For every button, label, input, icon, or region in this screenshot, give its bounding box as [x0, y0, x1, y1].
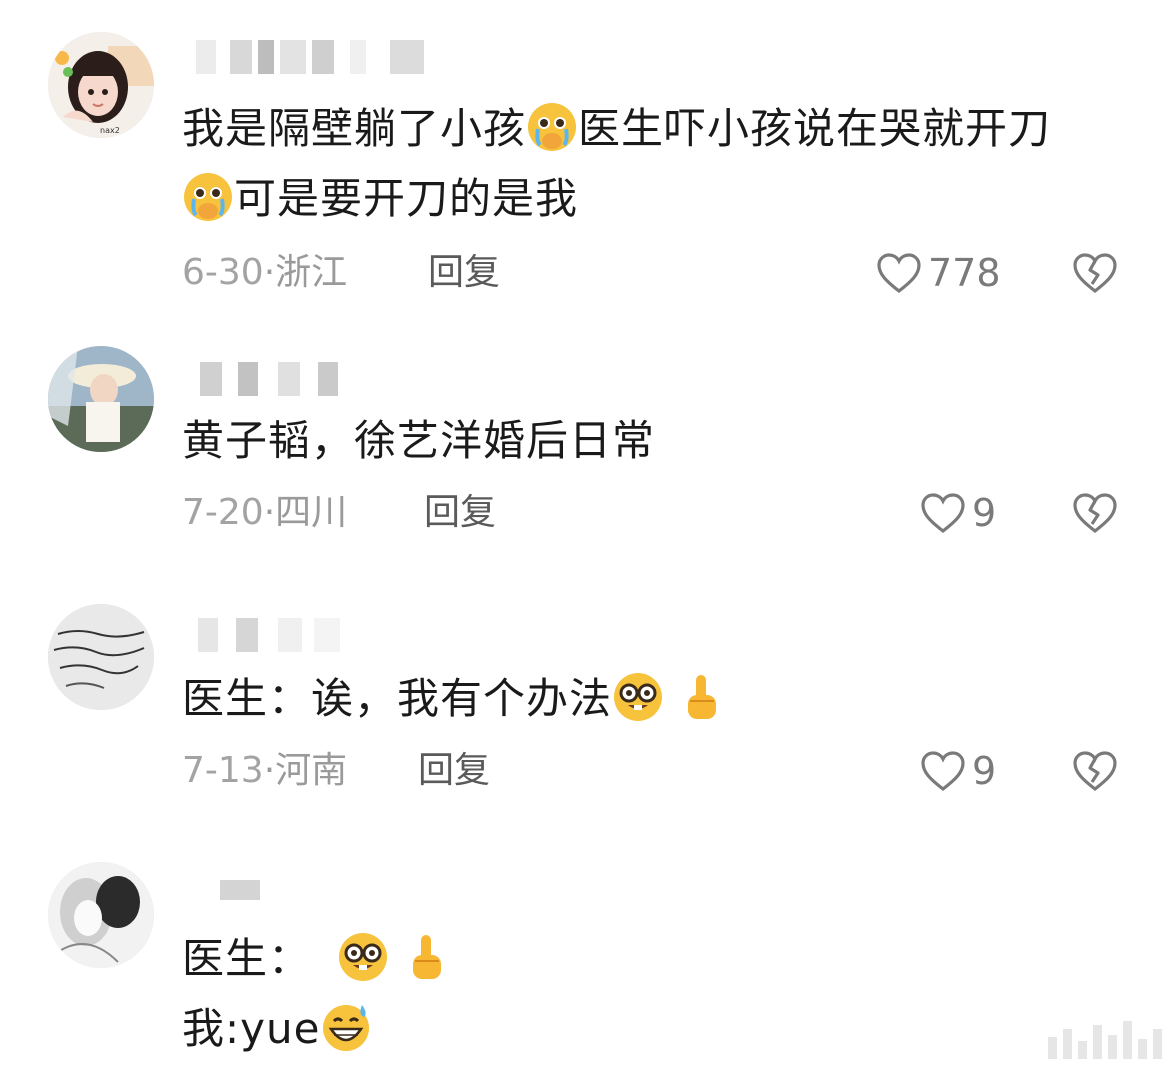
username-redacted[interactable]: [182, 40, 442, 74]
like-button[interactable]: 9: [920, 488, 996, 538]
comment-meta: 6-30·浙江: [182, 248, 347, 298]
comment-text-part: 我是隔壁躺了小孩: [182, 104, 527, 153]
comment-meta: 7-13·河南: [182, 746, 347, 796]
reply-button[interactable]: 回复: [424, 488, 496, 538]
avatar[interactable]: nax2: [48, 32, 154, 138]
comment-text: 医生：诶，我有个办法: [182, 664, 1142, 734]
comment-date: 7-13: [182, 750, 264, 791]
avatar-overlay-text: nax2: [100, 126, 120, 135]
comment-text-part: 医生：: [182, 934, 312, 983]
nerd-face-emoji: [337, 931, 389, 983]
like-count: 9: [972, 491, 997, 535]
crying-face-emoji: [182, 171, 234, 223]
grinning-sweat-emoji: [320, 1001, 372, 1053]
crying-face-emoji: [526, 101, 578, 153]
username-redacted[interactable]: [182, 362, 442, 396]
username-redacted[interactable]: [182, 880, 442, 914]
broken-heart-icon[interactable]: [1072, 252, 1118, 294]
pointing-up-emoji: [401, 931, 453, 983]
comment-text: 我是隔壁躺了小孩 医生吓小孩说在哭就开刀可是要开刀的是我: [182, 94, 1142, 234]
comment-text-part: 医生：诶，我有个办法: [182, 674, 613, 723]
watermark-bars: [1048, 1021, 1162, 1059]
heart-icon: [921, 751, 965, 792]
avatar[interactable]: [48, 862, 154, 968]
broken-heart-icon[interactable]: [1072, 750, 1118, 792]
like-count: 9: [972, 749, 997, 793]
avatar-girl-image: nax2: [48, 32, 154, 138]
avatar[interactable]: [48, 604, 154, 710]
heart-icon: [921, 493, 965, 534]
comment-text-part: 医生吓小孩说在哭就开刀: [578, 104, 1052, 153]
avatar-handwriting-image: [48, 604, 154, 710]
nerd-face-emoji: [612, 671, 664, 723]
comment-location: 浙江: [275, 252, 348, 293]
heart-icon: [877, 253, 921, 294]
comment-text-part: 黄子韬，徐艺洋婚后日常: [182, 416, 656, 465]
avatar-woman-hat-image: [48, 346, 154, 452]
broken-heart-icon[interactable]: [1072, 492, 1118, 534]
comment-location: 四川: [275, 492, 348, 533]
like-count: 778: [928, 251, 1001, 295]
pointing-up-emoji: [676, 671, 728, 723]
meta-separator: ·: [263, 750, 276, 791]
reply-button[interactable]: 回复: [418, 746, 490, 796]
meta-separator: ·: [263, 492, 276, 533]
comment-text: 黄子韬，徐艺洋婚后日常: [182, 406, 1142, 476]
comment-meta: 7-20·四川: [182, 488, 347, 538]
username-redacted[interactable]: [182, 618, 442, 652]
avatar[interactable]: [48, 346, 154, 452]
reply-button[interactable]: 回复: [428, 248, 500, 298]
comment-text-part: 可是要开刀的是我: [234, 174, 579, 223]
comment-text: 医生： 我:yue: [182, 924, 1142, 1064]
like-button[interactable]: 778: [876, 248, 1001, 298]
comment-date: 7-20: [182, 492, 264, 533]
meta-separator: ·: [263, 252, 276, 293]
comment-text-part: 我:yue: [182, 1004, 321, 1053]
comment-date: 6-30: [182, 252, 264, 293]
avatar-anime-image: [48, 862, 154, 968]
like-button[interactable]: 9: [920, 746, 996, 796]
comment-location: 河南: [275, 750, 348, 791]
